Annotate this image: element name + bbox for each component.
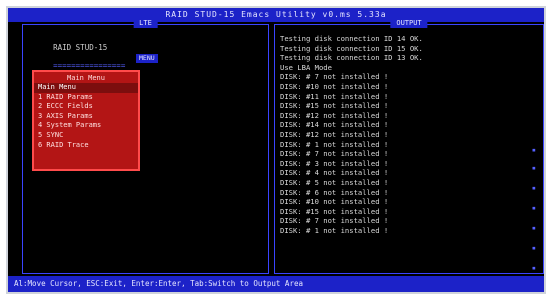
- log-line: DISK: #11 not installed !: [280, 91, 389, 101]
- log-line: Testing disk connection ID 15 OK.: [280, 43, 423, 53]
- log-line: DISK: #14 not installed !: [280, 120, 389, 130]
- log-line: Testing disk connection ID 13 OK.: [280, 53, 423, 63]
- log-line: DISK: # 6 not installed !: [280, 187, 389, 197]
- left-pane-label: LTE: [133, 18, 158, 28]
- scroll-marker-icon: ▪: [531, 264, 536, 272]
- log-line: DISK: # 7 not installed !: [280, 72, 389, 82]
- log-line: DISK: # 5 not installed !: [280, 177, 389, 187]
- scroll-marker-icon: ▪: [531, 164, 536, 172]
- menu-item-eccc-fields[interactable]: 2 ECCC Fields: [34, 102, 138, 112]
- main-menu-title: Main Menu: [67, 74, 105, 82]
- log-line: Use LBA Mode: [280, 62, 332, 72]
- log-line: DISK: #10 not installed !: [280, 197, 389, 207]
- log-line: DISK: # 1 not installed !: [280, 225, 389, 235]
- scroll-marker-icon: ▪: [531, 224, 536, 232]
- scroll-marker-icon: ▪: [531, 204, 536, 212]
- log-line: DISK: # 7 not installed !: [280, 149, 389, 159]
- log-line: DISK: #10 not installed !: [280, 81, 389, 91]
- scroll-marker-icon: ▪: [531, 146, 536, 154]
- log-line: DISK: # 4 not installed !: [280, 168, 389, 178]
- log-line: DISK: #15 not installed !: [280, 101, 389, 111]
- menu-item-sync[interactable]: 5 SYNC: [34, 131, 138, 141]
- menu-item-main-menu[interactable]: Main Menu: [34, 83, 138, 93]
- main-menu[interactable]: Main Menu Main Menu 1 RAID Params 2 ECCC…: [32, 70, 140, 171]
- menu-item-axis-params[interactable]: 3 AXIS Params: [34, 112, 138, 122]
- log-line: Testing disk connection ID 14 OK.: [280, 34, 423, 43]
- log-line: DISK: # 1 not installed !: [280, 139, 389, 149]
- status-bar: Al:Move Cursor, ESC:Exit, Enter:Enter, T…: [8, 276, 544, 292]
- left-header-bar: ================: [53, 61, 126, 70]
- log-line: DISK: # 7 not installed !: [280, 216, 389, 226]
- output-pane-label: OUTPUT: [390, 18, 428, 28]
- scroll-marker-icon: ▪: [531, 244, 536, 252]
- menu-item-raid-params[interactable]: 1 RAID Params: [34, 93, 138, 103]
- log-line: DISK: #12 not installed !: [280, 129, 389, 139]
- submenu-label: MENU: [136, 54, 158, 63]
- log-line: DISK: #15 not installed !: [280, 206, 389, 216]
- menu-item-system-params[interactable]: 4 System Params: [34, 121, 138, 131]
- scroll-marker-icon: ▪: [531, 184, 536, 192]
- window-title: RAID STUD-15 Emacs Utility v0.ms 5.33a: [8, 8, 544, 22]
- output-log: Testing disk connection ID 14 OK. Testin…: [280, 34, 538, 235]
- screenshot-frame: RAID STUD-15 Emacs Utility v0.ms 5.33a L…: [0, 0, 552, 306]
- log-line: DISK: #12 not installed !: [280, 110, 389, 120]
- left-header-text: RAID STUD-15: [53, 43, 108, 52]
- menu-item-raid-trace[interactable]: 6 RAID Trace: [34, 141, 138, 151]
- log-line: DISK: # 3 not installed !: [280, 158, 389, 168]
- terminal-screen: RAID STUD-15 Emacs Utility v0.ms 5.33a L…: [6, 6, 546, 294]
